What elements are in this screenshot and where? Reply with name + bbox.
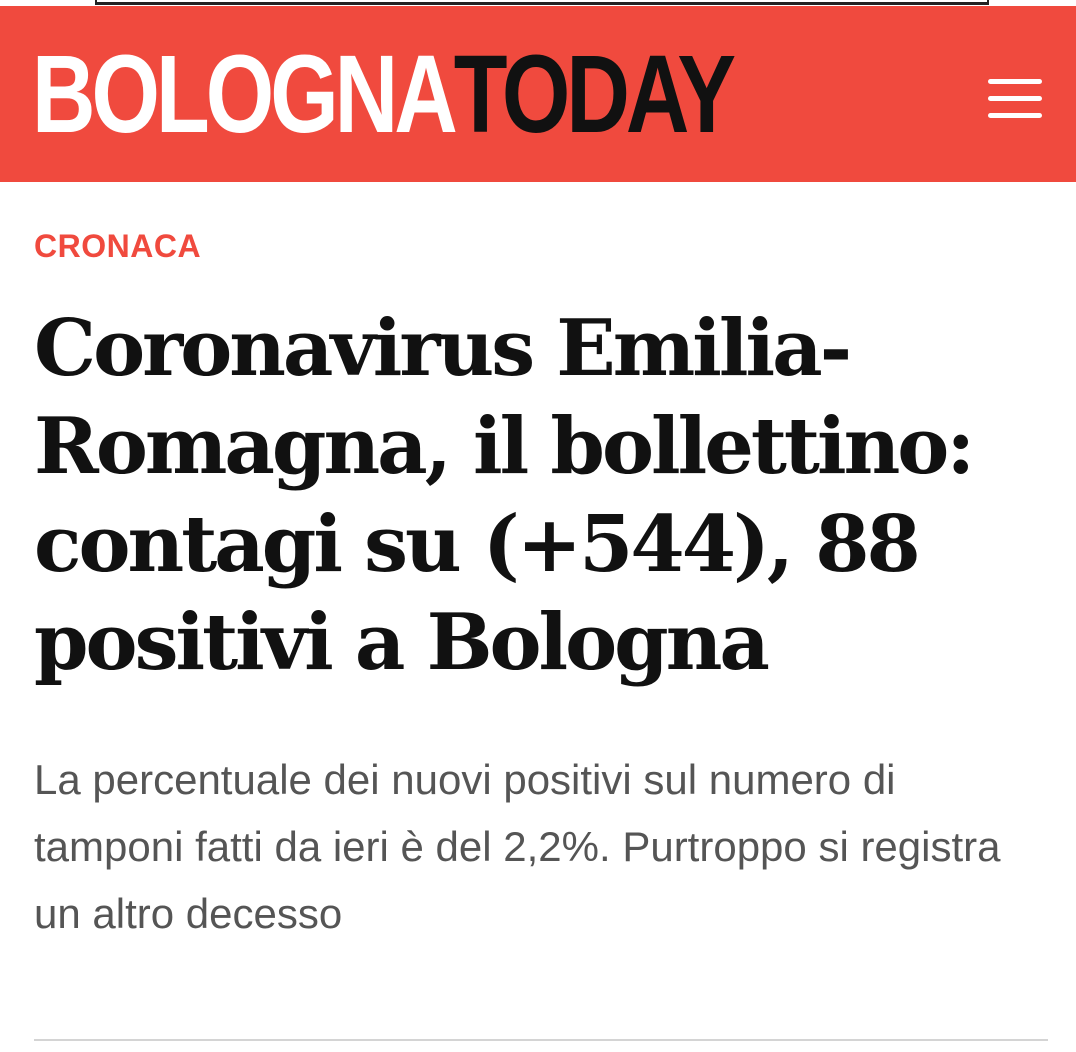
category-link[interactable]: CRONACA [34,228,201,265]
menu-line [988,96,1042,101]
menu-line [988,113,1042,118]
site-logo[interactable]: BOLOGNA TODAY [32,33,736,156]
article-title: Coronavirus Emilia-Romagna, il bollettin… [34,303,975,688]
article-summary: La percentuale dei nuovi positivi sul nu… [34,756,1001,937]
ad-banner-edge [95,0,989,5]
logo-text-bologna: BOLOGNA [32,33,458,156]
site-header: BOLOGNA TODAY [0,6,1076,182]
logo-text-today: TODAY [453,33,736,156]
menu-line [988,79,1042,84]
hamburger-menu-icon[interactable] [984,76,1046,122]
divider [34,1039,1048,1041]
